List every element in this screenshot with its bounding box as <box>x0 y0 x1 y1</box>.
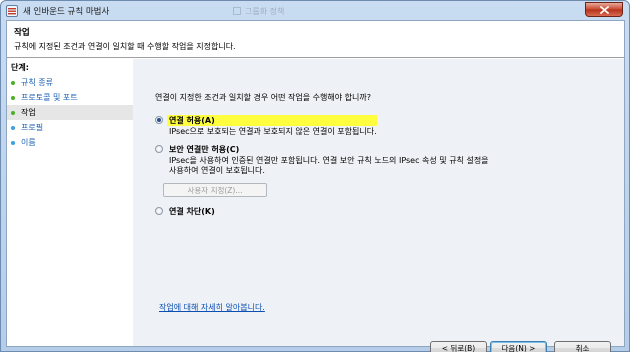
radio-allow-secure[interactable] <box>155 145 163 153</box>
step-active-dot-icon <box>11 110 15 115</box>
page-title: 작업 <box>14 28 30 38</box>
wizard-header: 작업 규칙에 지정된 조건과 연결이 일치할 때 수행할 작업을 지정합니다. <box>7 21 624 58</box>
close-button[interactable] <box>585 2 623 17</box>
back-button[interactable]: < 뒤로(B) <box>430 341 487 352</box>
sidebar-step-action[interactable]: 작업 <box>7 105 133 120</box>
steps-label: 단계: <box>11 63 29 72</box>
option-description: IPsec으로 보호되는 연결과 보호되지 않은 연결이 포함됩니다. <box>169 127 377 136</box>
radio-block[interactable] <box>155 207 163 215</box>
option-description: IPsec을 사용하여 인증된 연결만 포함됩니다. 연결 보안 규칙 노드의 … <box>169 156 489 165</box>
sidebar-step-protocol-port[interactable]: 프로토콜 및 포트 <box>7 90 133 105</box>
option-allow-secure[interactable]: 보안 연결만 허용(C) IPsec을 사용하여 인증된 연결만 포함됩니다. … <box>155 144 489 175</box>
background-window-title: 그룹화 정책 <box>233 5 353 17</box>
step-pending-dot-icon <box>11 125 15 130</box>
sidebar-step-name[interactable]: 이름 <box>7 135 133 150</box>
step-pending-dot-icon <box>11 140 15 145</box>
action-question: 연결이 지정한 조건과 일치할 경우 어떤 작업을 수행해야 합니까? <box>155 93 371 102</box>
sidebar-step-rule-type[interactable]: 규칙 종류 <box>7 75 133 90</box>
background-window-icon <box>233 7 241 15</box>
customize-button[interactable]: 사용자 지정(Z)... <box>163 183 267 197</box>
option-label: 연결 허용(A) <box>167 115 377 126</box>
page-description: 규칙에 지정된 조건과 연결이 일치할 때 수행할 작업을 지정합니다. <box>14 42 236 51</box>
learn-more-link[interactable]: 작업에 대해 자세히 알아봅니다. <box>159 302 265 313</box>
option-label: 보안 연결만 허용(C) <box>169 145 240 154</box>
step-done-dot-icon <box>11 95 15 100</box>
window-title: 새 인바운드 규칙 마법사 <box>23 6 110 17</box>
wizard-content: 연결이 지정한 조건과 일치할 경우 어떤 작업을 수행해야 합니까? 연결 허… <box>133 59 624 352</box>
title-bar[interactable]: 새 인바운드 규칙 마법사 그룹화 정책 <box>1 1 629 20</box>
close-icon <box>599 5 609 14</box>
option-description: 사용하여 연결이 보호됩니다. <box>169 166 265 175</box>
sidebar-step-profile[interactable]: 프로필 <box>7 120 133 135</box>
option-block-connection[interactable]: 연결 차단(K) <box>155 206 215 217</box>
option-allow-connection[interactable]: 연결 허용(A) IPsec으로 보호되는 연결과 보호되지 않은 연결이 포함… <box>155 115 377 136</box>
next-button[interactable]: 다음(N) > <box>490 341 547 352</box>
option-label: 연결 차단(K) <box>169 207 215 216</box>
radio-allow[interactable] <box>155 116 163 124</box>
steps-sidebar: 단계: 규칙 종류 프로토콜 및 포트 작업 프로필 이름 <box>7 59 133 346</box>
firewall-wizard-icon <box>6 4 18 17</box>
step-done-dot-icon <box>11 80 15 85</box>
wizard-client-area: 작업 규칙에 지정된 조건과 연결이 일치할 때 수행할 작업을 지정합니다. … <box>6 20 625 352</box>
wizard-window: 새 인바운드 규칙 마법사 그룹화 정책 작업 규칙에 지정된 조건과 연결이 … <box>0 0 630 352</box>
cancel-button[interactable]: 취소 <box>554 341 611 352</box>
